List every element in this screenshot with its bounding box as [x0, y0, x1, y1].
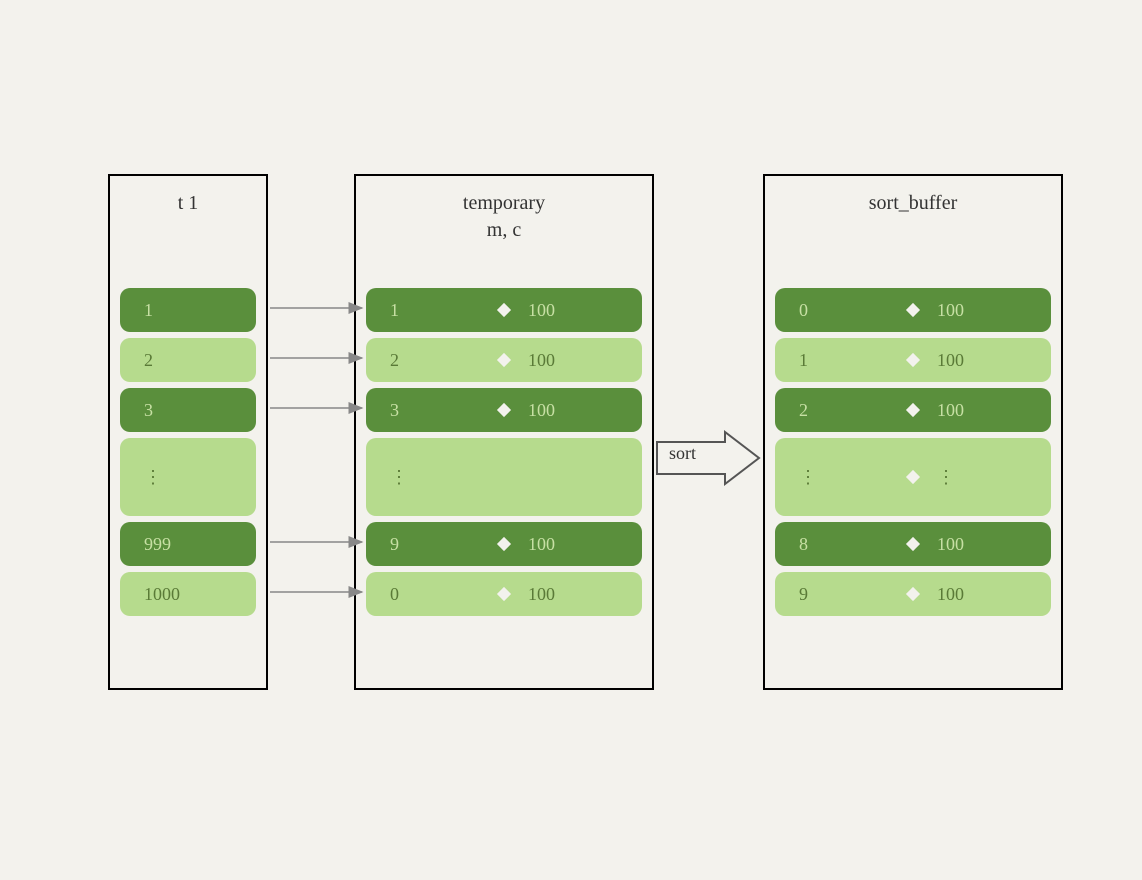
box-sort-buffer-title: sort_buffer	[765, 176, 1061, 217]
t1-row-ellipsis: ⋮	[120, 438, 256, 516]
sort-buffer-row: 9100	[775, 572, 1051, 616]
temporary-row-ellipsis: ⋮	[366, 438, 642, 516]
box-temporary-title: temporary m, c	[356, 176, 652, 244]
box-t1-title: t 1	[110, 176, 266, 217]
temporary-row: 2100	[366, 338, 642, 382]
box-sort-buffer: sort_buffer 0100 1100 2100 ⋮⋮ 8100 9100	[763, 174, 1063, 690]
temporary-row: 9100	[366, 522, 642, 566]
temporary-row: 3100	[366, 388, 642, 432]
sort-arrow-label: sort	[669, 443, 696, 464]
t1-row: 2	[120, 338, 256, 382]
box-temporary: temporary m, c 1100 2100 3100 ⋮ 9100 010…	[354, 174, 654, 690]
t1-row: 1000	[120, 572, 256, 616]
t1-row: 1	[120, 288, 256, 332]
t1-row: 3	[120, 388, 256, 432]
temporary-row: 1100	[366, 288, 642, 332]
sort-buffer-row: 0100	[775, 288, 1051, 332]
sort-buffer-row: 8100	[775, 522, 1051, 566]
box-t1: t 1 1 2 3 ⋮ 999 1000	[108, 174, 268, 690]
temporary-row: 0100	[366, 572, 642, 616]
t1-row: 999	[120, 522, 256, 566]
sort-buffer-row: 1100	[775, 338, 1051, 382]
sort-buffer-row-ellipsis: ⋮⋮	[775, 438, 1051, 516]
sort-buffer-row: 2100	[775, 388, 1051, 432]
sort-arrow: sort	[655, 430, 763, 486]
